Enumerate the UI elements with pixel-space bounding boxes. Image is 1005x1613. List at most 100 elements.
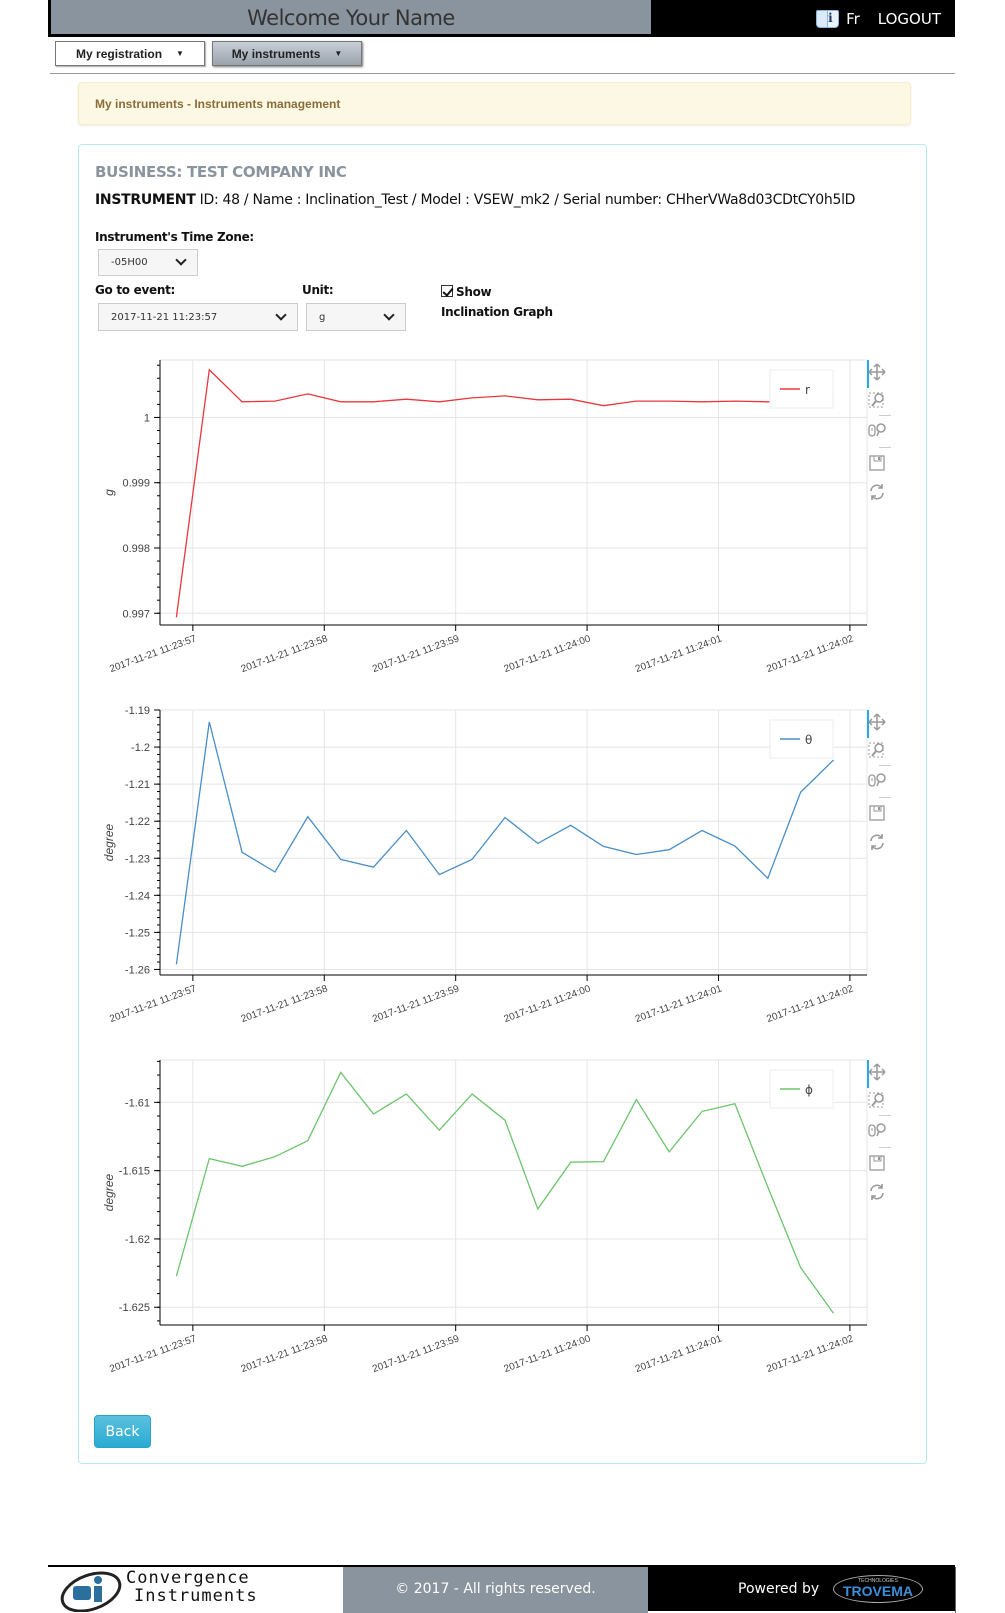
y-tick-label: 0.999: [122, 478, 150, 490]
show-sub-label: Inclination Graph: [441, 305, 553, 319]
x-tick-label: 2017-11-21 11:23:58: [240, 983, 330, 1025]
x-tick-label: 2017-11-21 11:23:57: [108, 633, 198, 675]
timezone-select[interactable]: -05H00: [98, 249, 198, 276]
toolbar-separator: [879, 415, 891, 416]
instrument-details: ID: 48 / Name : Inclination_Test / Model…: [195, 192, 855, 208]
chart-svg: -1.625 -1.62 -1.615 -1.61 2017-11-21 11:23:5…: [95, 1050, 915, 1380]
back-button[interactable]: Back: [94, 1415, 151, 1448]
nav-my-registration[interactable]: My registration ▼: [55, 41, 205, 66]
toolbar-separator: [879, 1115, 891, 1116]
y-tick-label: -1.25: [125, 927, 150, 939]
y-tick-label: -1.26: [125, 964, 150, 976]
chart-toolbar: [867, 710, 895, 850]
chevron-down-icon: [275, 309, 286, 320]
x-tick-label: 2017-11-21 11:24:02: [765, 633, 855, 675]
y-tick-label: -1.625: [119, 1302, 150, 1314]
header-actions: i Fr LOGOUT: [816, 0, 941, 37]
business-heading: BUSINESS: TEST COMPANY INC: [95, 163, 347, 181]
nav-label: My registration: [76, 47, 162, 61]
instrument-label: INSTRUMENT: [95, 192, 195, 208]
x-tick-label: 2017-11-21 11:23:57: [108, 1333, 198, 1375]
legend-box: [770, 720, 833, 758]
chevron-down-icon: [383, 309, 394, 320]
x-tick-label: 2017-11-21 11:23:59: [371, 633, 461, 675]
y-tick-label: -1.19: [125, 705, 150, 717]
x-tick-label: 2017-11-21 11:24:01: [634, 983, 724, 1025]
chart-toolbar: [867, 1060, 895, 1200]
chart-svg: 0.9970.9980.99912017-11-21 11:23:572017-…: [95, 350, 915, 680]
chart-toolbar: [867, 360, 895, 500]
toolbar-separator: [879, 797, 891, 798]
x-tick-label: 2017-11-21 11:24:01: [634, 1333, 724, 1375]
plot-area: [160, 710, 867, 975]
legend-box: [770, 1070, 833, 1108]
y-tick-label: -1.22: [125, 816, 150, 828]
save-icon[interactable]: [867, 453, 887, 473]
x-tick-label: 2017-11-21 11:23:59: [371, 1333, 461, 1375]
plot-area: [160, 360, 867, 625]
wheel-zoom-icon[interactable]: [867, 770, 887, 790]
x-tick-label: 2017-11-21 11:24:00: [502, 1333, 592, 1375]
language-link[interactable]: Fr: [846, 10, 860, 28]
chart-theta[interactable]: -1.26-1.25-1.24-1.23-1.22-1.21-1.2-1.192…: [95, 700, 915, 1030]
y-tick-label: -1.62: [125, 1234, 150, 1246]
pan-icon[interactable]: [867, 712, 887, 732]
footer: ConvergenceInstruments © 2017 - All righ…: [48, 1565, 955, 1611]
plot-area: [160, 1060, 867, 1325]
brand-line-2: Instruments: [126, 1587, 258, 1605]
x-tick-label: 2017-11-21 11:23:57: [108, 983, 198, 1025]
show-graph-checkbox[interactable]: [441, 285, 453, 297]
y-tick-label: -1.61: [125, 1097, 150, 1109]
pan-icon[interactable]: [867, 362, 887, 382]
show-label: Show: [456, 285, 491, 299]
y-tick-label: -1.24: [125, 890, 150, 902]
trovema-sub: TECHNOLOGIES: [834, 1566, 922, 1596]
powered-by: Powered by: [738, 1567, 819, 1611]
nav-label: My instruments: [232, 47, 321, 61]
nav-my-instruments[interactable]: My instruments ▼: [212, 41, 362, 66]
y-tick-label: -1.23: [125, 853, 150, 865]
event-value: 2017-11-21 11:23:57: [111, 312, 217, 323]
welcome-banner: Welcome Your Name: [51, 0, 651, 34]
x-tick-label: 2017-11-21 11:24:00: [502, 983, 592, 1025]
x-tick-label: 2017-11-21 11:24:02: [765, 1333, 855, 1375]
box-zoom-icon[interactable]: [867, 1090, 887, 1110]
nav-divider: [50, 73, 955, 74]
wheel-zoom-icon[interactable]: [867, 1120, 887, 1140]
y-tick-label: -1.615: [119, 1166, 150, 1178]
event-select[interactable]: 2017-11-21 11:23:57: [98, 303, 298, 331]
convergence-logo: ConvergenceInstruments: [48, 1567, 343, 1613]
y-tick-label: 0.998: [122, 543, 150, 555]
breadcrumb-alert: My instruments - Instruments management: [78, 82, 911, 125]
x-tick-label: 2017-11-21 11:24:00: [502, 633, 592, 675]
ci-logo-icon: [56, 1568, 126, 1612]
unit-value: g: [319, 312, 325, 323]
chart-svg: -1.26-1.25-1.24-1.23-1.22-1.21-1.2-1.192…: [95, 700, 915, 1030]
x-tick-label: 2017-11-21 11:23:59: [371, 983, 461, 1025]
logout-link[interactable]: LOGOUT: [878, 10, 941, 28]
x-tick-label: 2017-11-21 11:24:01: [634, 633, 724, 675]
y-tick-label: 0.997: [122, 608, 150, 620]
trovema-logo[interactable]: TECHNOLOGIESTROVEMA: [833, 1575, 923, 1603]
toolbar-separator: [879, 765, 891, 766]
unit-select[interactable]: g: [306, 303, 406, 331]
pan-icon[interactable]: [867, 1062, 887, 1082]
legend-label: θ: [805, 733, 812, 747]
copyright: © 2017 - All rights reserved.: [343, 1567, 648, 1613]
box-zoom-icon[interactable]: [867, 740, 887, 760]
y-axis-label: degree: [102, 1173, 116, 1211]
box-zoom-icon[interactable]: [867, 390, 887, 410]
legend-label: ϕ: [805, 1083, 813, 1097]
chart-r[interactable]: 0.9970.9980.99912017-11-21 11:23:572017-…: [95, 350, 915, 680]
reset-icon[interactable]: [867, 482, 887, 502]
reset-icon[interactable]: [867, 832, 887, 852]
save-icon[interactable]: [867, 803, 887, 823]
reset-icon[interactable]: [867, 1182, 887, 1202]
timezone-label: Instrument's Time Zone:: [95, 230, 254, 244]
wheel-zoom-icon[interactable]: [867, 420, 887, 440]
chart-phi[interactable]: -1.625 -1.62 -1.615 -1.61 2017-11-21 11:23:5…: [95, 1050, 915, 1380]
save-icon[interactable]: [867, 1153, 887, 1173]
unit-label: Unit:: [302, 283, 333, 297]
y-axis-label: degree: [102, 823, 116, 861]
help-book-icon[interactable]: i: [816, 8, 840, 30]
